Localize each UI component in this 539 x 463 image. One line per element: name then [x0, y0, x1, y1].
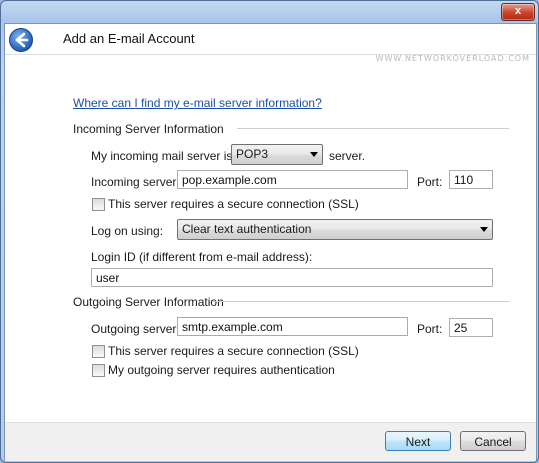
back-arrow-icon — [15, 32, 29, 48]
incoming-section-title: Incoming Server Information — [73, 122, 224, 136]
outgoing-ssl-label: This server requires a secure connection… — [108, 344, 359, 358]
cancel-button[interactable]: Cancel — [460, 431, 526, 451]
server-type-value: POP3 — [236, 147, 269, 161]
help-link[interactable]: Where can I find my e-mail server inform… — [73, 96, 322, 110]
server-type-prefix-label: My incoming mail server is a — [91, 149, 243, 163]
next-button[interactable]: Next — [385, 431, 451, 451]
chevron-down-icon — [310, 152, 318, 157]
incoming-server-label: Incoming server: — [91, 175, 180, 189]
watermark-text: WWW.NETWORKOVERLOAD.COM — [375, 54, 530, 63]
incoming-server-input[interactable]: pop.example.com — [177, 170, 408, 189]
close-button[interactable]: x — [501, 3, 535, 21]
outgoing-auth-checkbox[interactable] — [92, 364, 105, 377]
server-type-suffix-label: server. — [329, 149, 366, 163]
outgoing-server-label: Outgoing server: — [91, 322, 180, 336]
outgoing-ssl-checkbox[interactable] — [92, 345, 105, 358]
dialog-window: x Add an E-mail Account WWW.NETWORKOVERL… — [0, 0, 539, 463]
login-id-label: Login ID (if different from e-mail addre… — [91, 250, 313, 264]
chevron-down-icon — [480, 227, 488, 232]
page-title: Add an E-mail Account — [63, 31, 195, 46]
logon-method-dropdown[interactable]: Clear text authentication — [177, 219, 493, 240]
incoming-port-input[interactable]: 110 — [449, 170, 493, 189]
outgoing-port-input[interactable]: 25 — [449, 318, 493, 337]
outgoing-auth-label: My outgoing server requires authenticati… — [108, 363, 335, 377]
dialog-footer: Next Cancel — [5, 422, 536, 461]
logon-label: Log on using: — [91, 224, 164, 238]
incoming-section-divider — [237, 128, 509, 129]
back-button[interactable] — [9, 28, 33, 52]
logon-method-value: Clear text authentication — [182, 222, 312, 236]
login-id-input[interactable]: user — [91, 268, 493, 287]
incoming-ssl-label: This server requires a secure connection… — [108, 197, 359, 211]
server-type-dropdown[interactable]: POP3 — [231, 144, 323, 165]
dialog-header: Add an E-mail Account — [5, 24, 536, 55]
outgoing-section-divider — [213, 301, 509, 302]
outgoing-server-input[interactable]: smtp.example.com — [177, 317, 408, 336]
incoming-port-label: Port: — [417, 175, 443, 189]
outgoing-port-label: Port: — [417, 322, 443, 336]
outgoing-section-title: Outgoing Server Information — [73, 295, 224, 309]
dialog-client-area: Add an E-mail Account WWW.NETWORKOVERLOA… — [4, 23, 537, 461]
close-icon: x — [514, 5, 522, 17]
incoming-ssl-checkbox[interactable] — [92, 198, 105, 211]
